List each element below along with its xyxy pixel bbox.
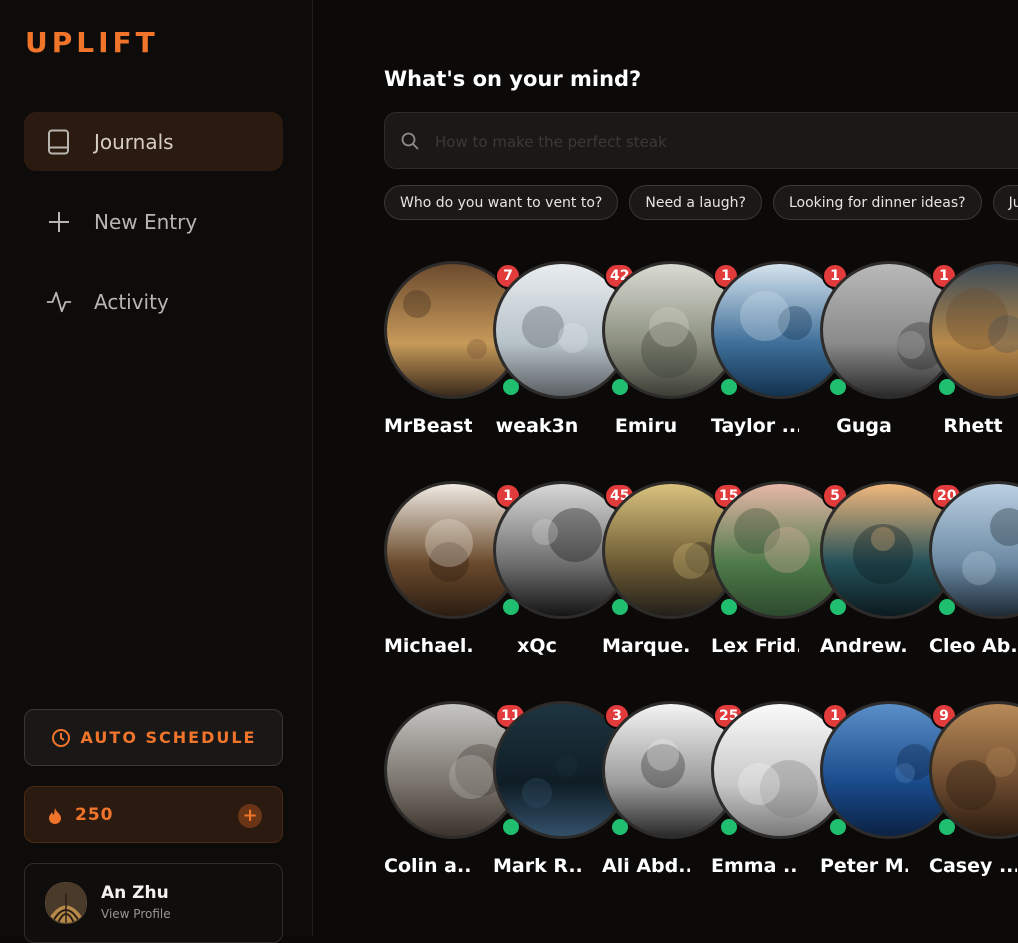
search-input[interactable] (433, 113, 997, 170)
person-name: MrBeast (384, 415, 472, 437)
person-name: xQc (517, 635, 557, 657)
view-profile-link[interactable]: View Profile (101, 907, 171, 921)
suggestion-chip[interactable]: Who do you want to vent to? (384, 185, 619, 220)
suggestion-chip[interactable]: Ju (992, 185, 1018, 220)
points-value: 250 (75, 805, 114, 825)
sidebar-item-label: Journals (94, 129, 174, 154)
suggestion-chip[interactable]: Looking for dinner ideas? (772, 185, 982, 220)
book-icon (46, 129, 72, 155)
sidebar-item-new-entry[interactable]: New Entry (24, 192, 283, 251)
main-content: What's on your mind? Who do you want to … (314, 0, 1018, 936)
person-name: Mark R... (493, 855, 581, 877)
person-name: Andrew... (820, 635, 908, 657)
sidebar-item-journals[interactable]: Journals (24, 112, 283, 171)
person-name: Emma ... (711, 855, 799, 877)
person-name: Guga (836, 415, 892, 437)
person-name: Lex Frid... (711, 635, 799, 657)
flame-icon (46, 807, 64, 829)
person-name: Casey ... (929, 855, 1017, 877)
person-name: Taylor ... (711, 415, 799, 437)
suggestion-chip[interactable]: Need a laugh? (629, 185, 762, 220)
sidebar-item-label: Activity (94, 289, 169, 314)
person-name: Peter M... (820, 855, 908, 877)
add-points-button[interactable]: + (238, 804, 262, 828)
person-name: Rhett (943, 415, 1003, 437)
page-title: What's on your mind? (384, 67, 642, 91)
suggestion-chips: Who do you want to vent to? Need a laugh?… (384, 185, 1018, 220)
person-name: Emiru (614, 415, 678, 437)
sidebar-item-label: New Entry (94, 209, 198, 234)
sidebar: UPLIFT Journals New Entry Activity AUTO … (0, 0, 313, 943)
profile-card[interactable]: An Zhu View Profile (24, 863, 283, 943)
person-name: weak3n (495, 415, 579, 437)
sidebar-item-activity[interactable]: Activity (24, 272, 283, 331)
clock-icon (51, 728, 71, 748)
person-name: Cleo Ab... (929, 635, 1017, 657)
person-name: Ali Abd... (602, 855, 690, 877)
avatar (45, 882, 87, 924)
app-logo: UPLIFT (25, 26, 159, 59)
search-icon (401, 132, 419, 154)
search-bar (384, 112, 1018, 170)
plus-icon (46, 209, 72, 235)
activity-icon (46, 289, 72, 315)
person-name: Marque... (602, 635, 690, 657)
profile-name: An Zhu (101, 883, 169, 903)
auto-schedule-button[interactable]: AUTO SCHEDULE (24, 709, 283, 766)
person-name: Colin a... (384, 855, 472, 877)
person-name: Michael... (384, 635, 472, 657)
auto-schedule-label: AUTO SCHEDULE (80, 728, 257, 747)
points-card: 250 + (24, 786, 283, 843)
